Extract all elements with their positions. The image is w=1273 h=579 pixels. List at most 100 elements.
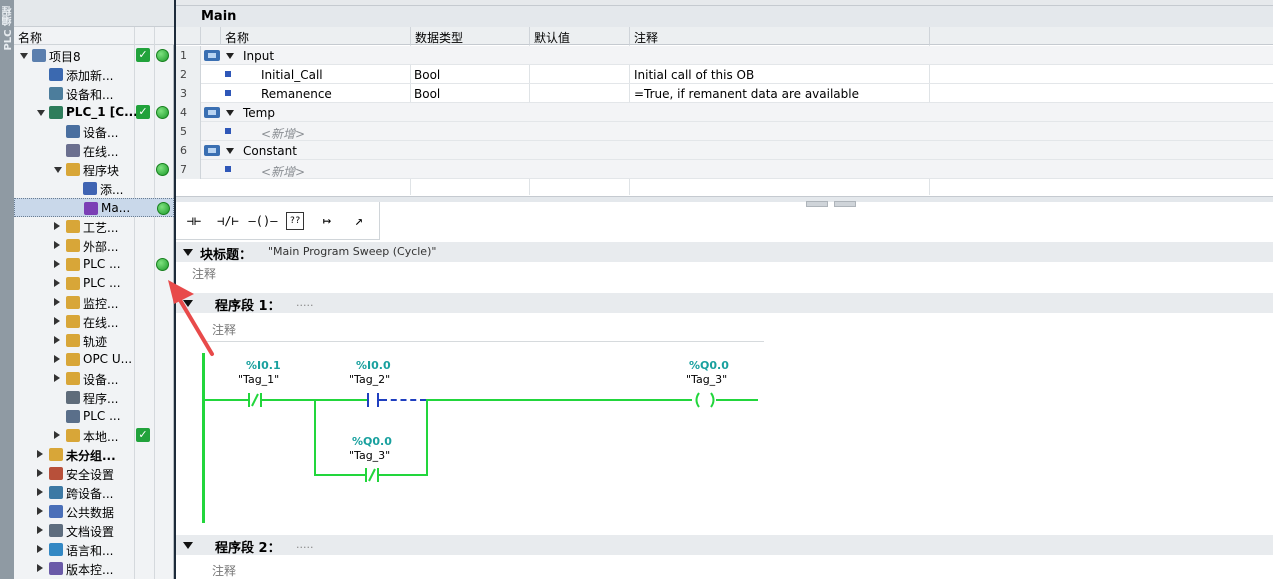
close-branch-button[interactable]: ↗: [348, 212, 370, 230]
open-branch-button[interactable]: ↦: [316, 212, 338, 230]
plc-icon: [49, 106, 63, 119]
tree-item[interactable]: Ma...: [14, 198, 174, 217]
tree-item[interactable]: 未分组...: [14, 445, 174, 464]
tree-item[interactable]: 程序块: [14, 160, 174, 179]
interface-row[interactable]: 2 Initial_Call Bool Initial call of this OB: [176, 65, 1273, 84]
block-title-section[interactable]: 块标题： "Main Program Sweep (Cycle)": [176, 242, 1273, 263]
interface-row[interactable]: 7 <新增>: [176, 160, 1273, 179]
collapse-caret-icon[interactable]: [183, 542, 193, 549]
collapse-caret-icon[interactable]: [37, 450, 43, 458]
tree-item[interactable]: 监控...: [14, 293, 174, 312]
collapse-caret-icon[interactable]: [37, 488, 43, 496]
interface-row[interactable]: 4 Temp: [176, 103, 1273, 122]
branch-wire: [426, 399, 428, 476]
network-2-header[interactable]: 程序段 2： .....: [176, 535, 1273, 556]
tree-item[interactable]: 公共数据: [14, 502, 174, 521]
tree-item[interactable]: 工艺...: [14, 217, 174, 236]
column-header-name[interactable]: 名称: [221, 27, 411, 45]
interface-comment-cell[interactable]: Initial call of this OB: [634, 68, 754, 82]
folder-icon: [66, 296, 80, 309]
collapse-caret-icon[interactable]: [54, 298, 60, 306]
tree-item[interactable]: PLC ...: [14, 255, 174, 274]
interface-name-cell[interactable]: Constant: [243, 144, 297, 158]
interface-comment-cell[interactable]: =True, if remanent data are available: [634, 87, 859, 101]
expand-caret-icon[interactable]: [37, 110, 45, 116]
coil-button[interactable]: –()–: [246, 212, 280, 230]
collapse-caret-icon[interactable]: [54, 317, 60, 325]
collapse-caret-icon[interactable]: [37, 526, 43, 534]
nc-contact-button[interactable]: ⊣/⊢: [214, 212, 242, 230]
interface-row[interactable]: 6 Constant: [176, 141, 1273, 160]
no-contact-button[interactable]: ⊣⊢: [182, 212, 206, 230]
column-header-default[interactable]: 默认值: [530, 27, 630, 45]
interface-datatype-cell[interactable]: Bool: [414, 87, 440, 101]
tree-item[interactable]: 在线...: [14, 141, 174, 160]
interface-name-cell[interactable]: <新增>: [261, 125, 305, 142]
interface-datatype-cell[interactable]: Bool: [414, 68, 440, 82]
empty-box-button[interactable]: ??: [286, 212, 304, 230]
tree-item[interactable]: 添...: [14, 179, 174, 198]
tree-item[interactable]: 程序...: [14, 388, 174, 407]
tree-item[interactable]: 跨设备...: [14, 483, 174, 502]
folder-icon: [66, 239, 80, 252]
collapse-caret-icon[interactable]: [54, 260, 60, 268]
collapse-caret-icon[interactable]: [54, 241, 60, 249]
tree-item[interactable]: 本地... ✓: [14, 426, 174, 445]
splitter-down-button[interactable]: [834, 201, 856, 207]
tree-item[interactable]: 轨迹: [14, 331, 174, 350]
expand-caret-icon[interactable]: [20, 53, 28, 59]
interface-name-cell[interactable]: Initial_Call: [261, 68, 323, 82]
tree-item[interactable]: OPC U...: [14, 350, 174, 369]
tree-item[interactable]: 项目8 ✓: [14, 46, 174, 65]
tree-item-label: 在线...: [83, 316, 119, 330]
interface-name-cell[interactable]: Input: [243, 49, 274, 63]
collapse-caret-icon[interactable]: [54, 355, 60, 363]
tree-item[interactable]: 设备和...: [14, 84, 174, 103]
collapse-caret-icon[interactable]: [54, 222, 60, 230]
collapse-caret-icon[interactable]: [37, 507, 43, 515]
column-header-comment[interactable]: 注释: [630, 27, 930, 45]
network-1-title-dots: .....: [296, 296, 314, 309]
interface-name-cell[interactable]: Remanence: [261, 87, 332, 101]
expand-caret-icon[interactable]: [226, 53, 234, 59]
interface-name-cell[interactable]: Temp: [243, 106, 275, 120]
splitter-up-button[interactable]: [806, 201, 828, 207]
tree-item[interactable]: 安全设置: [14, 464, 174, 483]
tree-item[interactable]: 版本控...: [14, 559, 174, 578]
tree-item[interactable]: PLC_1 [C... ✓: [14, 103, 174, 122]
plc-programming-side-tab[interactable]: PLC 编程: [0, 0, 14, 579]
collapse-caret-icon[interactable]: [54, 431, 60, 439]
interface-row[interactable]: 1 Input: [176, 46, 1273, 65]
document-icon: [32, 49, 46, 62]
collapse-caret-icon[interactable]: [37, 469, 43, 477]
expand-caret-icon[interactable]: [226, 148, 234, 154]
tree-item[interactable]: 外部...: [14, 236, 174, 255]
interface-name-cell[interactable]: <新增>: [261, 163, 305, 180]
expand-caret-icon[interactable]: [226, 110, 234, 116]
collapse-caret-icon[interactable]: [37, 545, 43, 553]
collapse-caret-icon[interactable]: [183, 249, 193, 256]
tree-item[interactable]: PLC ...: [14, 274, 174, 293]
rung-wire-unpowered: [381, 399, 426, 401]
tree-item-label: 添加新...: [66, 69, 114, 83]
tree-item[interactable]: 在线...: [14, 312, 174, 331]
tree-item[interactable]: 设备...: [14, 122, 174, 141]
interface-row[interactable]: 3 Remanence Bool =True, if remanent data ar…: [176, 84, 1273, 103]
variable-icon: [225, 71, 231, 77]
tree-item[interactable]: 添加新...: [14, 65, 174, 84]
column-header-datatype[interactable]: 数据类型: [411, 27, 530, 45]
tree-item[interactable]: 语言和...: [14, 540, 174, 559]
tree-item[interactable]: 文档设置: [14, 521, 174, 540]
network-2-comment[interactable]: 注释: [212, 562, 236, 579]
tree-item[interactable]: PLC ...: [14, 407, 174, 426]
expand-caret-icon[interactable]: [54, 167, 62, 173]
tree-item[interactable]: 设备...: [14, 369, 174, 388]
network-1-header[interactable]: 程序段 1： .....: [176, 293, 1273, 314]
collapse-caret-icon[interactable]: [54, 279, 60, 287]
collapse-caret-icon[interactable]: [54, 374, 60, 382]
collapse-caret-icon[interactable]: [37, 564, 43, 572]
tree-item-label: PLC ...: [83, 276, 121, 290]
interface-row[interactable]: 5 <新增>: [176, 122, 1273, 141]
collapse-caret-icon[interactable]: [54, 336, 60, 344]
section-icon: [204, 145, 220, 156]
